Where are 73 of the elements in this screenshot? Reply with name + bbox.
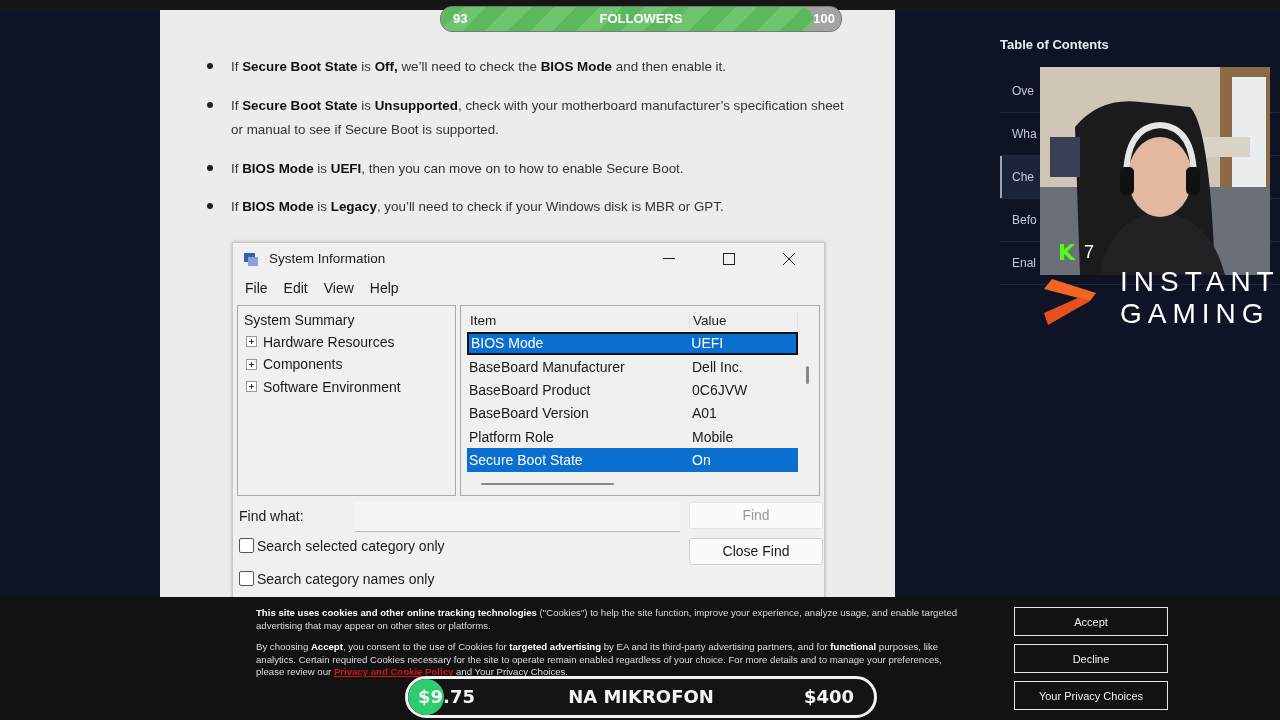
expand-icon[interactable] [246,381,257,393]
donation-goal: $400 [803,685,854,709]
list-row[interactable]: BaseBoard Product 0C6JVW [467,378,798,402]
list-row[interactable]: Secure Boot State On [467,448,798,472]
item-cell-text: BaseBoard Product [468,381,592,398]
menu-item[interactable]: Help [361,279,407,296]
app-icon [243,250,259,267]
donation-label: NA MIKROFON [568,685,714,709]
close-icon [783,252,795,265]
close-find-button[interactable]: Close Find [689,537,823,565]
column-header[interactable]: Value [690,313,798,328]
menu-item[interactable]: File [237,279,276,296]
checkbox[interactable] [239,538,254,553]
toc-link[interactable]: Wha [1000,113,1040,155]
bullet-icon [207,101,213,108]
sponsor-name: INSTANT [1120,266,1280,298]
toc-link[interactable]: Che [1000,156,1040,198]
menu-item[interactable]: Edit [275,279,316,296]
item-cell-text: BaseBoard Version [468,405,590,422]
expand-icon[interactable] [246,336,257,348]
list-row[interactable]: BaseBoard Version A01 [467,401,798,426]
checkbox[interactable] [239,571,254,586]
list-row[interactable]: BIOS Mode UEFI [467,331,798,355]
tree-item[interactable]: Components [263,356,343,373]
cookie-consent-text: By choosing Accept, you consent to the use of Cookies for targeted advertising by EA and its third-party advertising partners, and for functional purposes, like analytics. Certain required Cookies necessary for the site to operate remain enabled regardless of your choice. For more details and to manage your preferences, please review our Privacy and Cookie Policy and Your Privacy Choices. [256,641,943,679]
bullet-icon [207,63,213,69]
find-label: Find what: [239,506,305,524]
value-cell-text: UEFI [690,335,725,352]
followers-label: FOLLOWERS [599,10,683,28]
value-cell-text: A01 [691,405,718,422]
toc-link[interactable]: Ove [1000,70,1040,112]
bullet-text: If Secure Boot State is Off, we’ll need to check the BIOS Mode and then enable it. [231,58,726,76]
followers-goal: 100 [813,10,835,28]
item-cell-text: Secure Boot State [468,452,584,469]
value-cell-text: Mobile [691,428,735,445]
scrollbar-thumb[interactable] [806,365,809,384]
value-cell-text: 0C6JVW [691,381,749,398]
maximize-icon [723,252,735,265]
toc-link[interactable]: Befo [1000,199,1040,241]
item-cell-text: BaseBoard Manufacturer [468,358,626,375]
toc-title: Table of Contents [1000,37,1110,52]
bullet-icon [207,203,213,209]
minimize-icon [663,258,675,259]
tree-item[interactable]: Software Environment [263,378,401,395]
column-header[interactable]: Item [467,313,690,328]
sponsor-name: GAMING [1120,298,1271,330]
scrollbar-thumb[interactable] [481,482,614,485]
bullet-text: If Secure Boot State is Unsupported, check with your motherboard manufacturer’s specification sheet or manual to see if Secure Boot is supported. [231,96,845,139]
checkbox-label: Search selected category only [257,537,445,554]
menu-item[interactable]: View [315,279,362,296]
item-cell-text: Platform Role [468,428,555,445]
cookie-button[interactable]: Your Privacy Choices [1014,681,1168,710]
value-cell-text: Dell Inc. [691,358,744,375]
cookie-button[interactable]: Decline [1014,644,1168,673]
item-cell-text: BIOS Mode [470,335,545,352]
find-input[interactable] [355,501,680,532]
bullet-text: If BIOS Mode is Legacy, you’ll need to check if your Windows disk is MBR or GPT. [231,198,724,216]
window-title: System Information [269,251,387,266]
bullet-icon [207,164,213,171]
viewer-count: 7 [1084,242,1094,263]
list-row[interactable]: BaseBoard Manufacturer Dell Inc. [467,354,798,379]
kick-logo: K [1058,240,1076,265]
list-row[interactable]: Platform Role Mobile [467,425,798,449]
value-cell-text: On [691,452,712,469]
expand-icon[interactable] [246,358,257,370]
tree-item[interactable]: Hardware Resources [263,333,395,350]
tree-item[interactable]: System Summary [244,308,449,331]
checkbox-label: Search category names only [257,570,435,587]
cookie-notice: This site uses cookies and other online tracking technologies ("Cookies") to help the site function, improve your experience, analyze usage, and enable targeted advertising that may appear on other sites or platforms. [256,607,959,632]
followers-count: 93 [453,10,468,28]
bullet-text: If BIOS Mode is UEFI, then you can move on to how to enable Secure Boot. [231,159,684,178]
toc-link[interactable]: Enal [1000,242,1040,284]
cookie-button[interactable]: Accept [1014,607,1168,636]
